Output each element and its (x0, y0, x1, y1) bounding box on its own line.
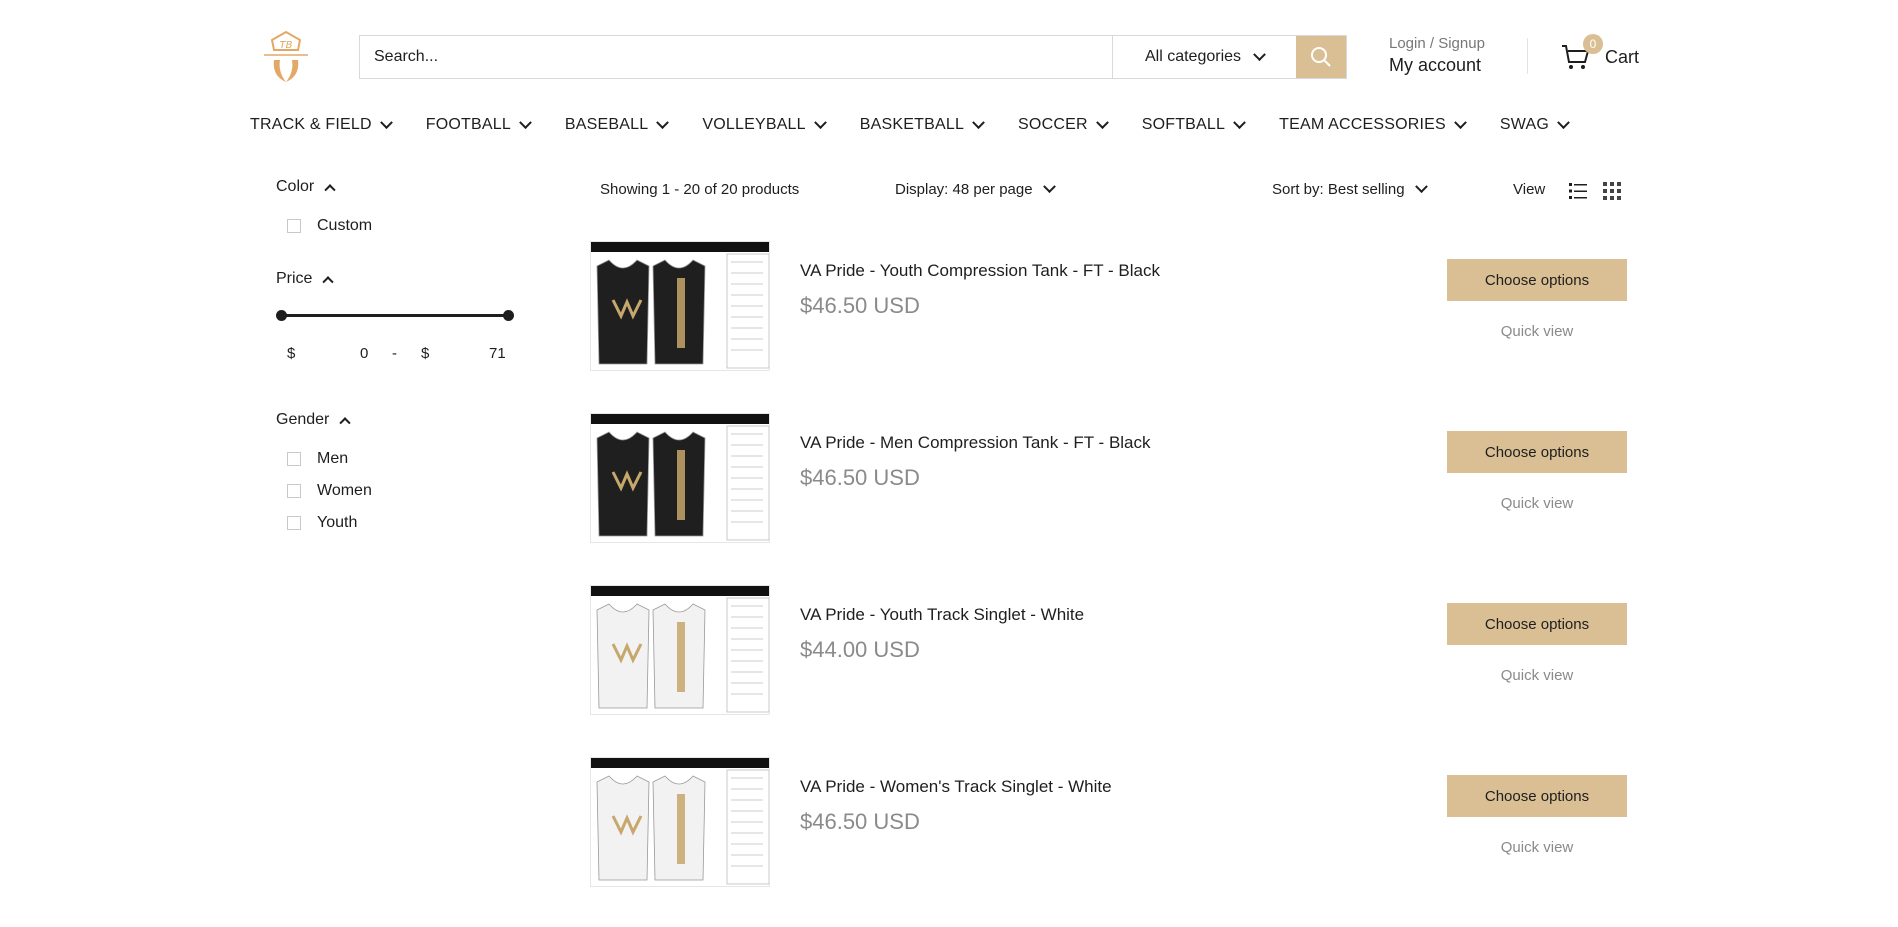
quick-view-link[interactable]: Quick view (1447, 839, 1627, 856)
nav-item-softball[interactable]: SOFTBALL (1142, 115, 1246, 134)
product-price: $46.50 USD (800, 465, 920, 490)
nav-item-soccer[interactable]: SOCCER (1018, 115, 1109, 134)
filter-color-toggle[interactable]: Color (276, 178, 336, 196)
chevron-up-icon (339, 417, 352, 429)
chevron-down-icon (379, 115, 393, 129)
my-account-link[interactable]: My account (1389, 54, 1485, 77)
main-nav: TRACK & FIELD FOOTBALL BASEBALL VOLLEYBA… (250, 115, 1570, 134)
price-max-input[interactable]: 71 (489, 345, 506, 362)
cart-count-badge: 0 (1583, 34, 1603, 54)
price-slider-min-handle[interactable] (276, 310, 287, 321)
checkbox[interactable] (287, 484, 301, 498)
choose-options-button[interactable]: Choose options (1447, 431, 1627, 473)
store-logo[interactable]: TB (262, 28, 310, 86)
search-input[interactable] (360, 36, 1112, 78)
product-image[interactable] (590, 585, 770, 715)
price-slider-max-handle[interactable] (503, 310, 514, 321)
search-button[interactable] (1296, 36, 1346, 78)
account-menu[interactable]: Login / Signup My account (1389, 34, 1485, 77)
chevron-down-icon (813, 115, 827, 129)
filter-option-men[interactable]: Men (287, 450, 348, 468)
quick-view-link[interactable]: Quick view (1447, 667, 1627, 684)
chevron-down-icon (1042, 180, 1056, 194)
tank-top-image (591, 242, 769, 369)
chevron-down-icon (1095, 115, 1109, 129)
product-image[interactable] (590, 413, 770, 543)
cart-button[interactable]: 0 Cart (1561, 34, 1640, 72)
product-item: VA Pride - Youth Compression Tank - FT -… (590, 241, 1630, 371)
filter-option-youth[interactable]: Youth (287, 514, 357, 532)
price-min-input[interactable]: 0 (360, 345, 368, 362)
product-price: $46.50 USD (800, 809, 920, 834)
nav-item-track-field[interactable]: TRACK & FIELD (250, 115, 393, 134)
quick-view-link[interactable]: Quick view (1447, 495, 1627, 512)
product-title[interactable]: VA Pride - Youth Compression Tank - FT -… (800, 261, 1160, 281)
chevron-down-icon (1454, 115, 1467, 129)
product-title[interactable]: VA Pride - Youth Track Singlet - White (800, 605, 1084, 625)
category-select-label: All categories (1144, 48, 1242, 65)
view-toggle (1568, 181, 1622, 201)
grid-view-icon[interactable] (1602, 181, 1622, 201)
price-separator: - (392, 345, 397, 362)
product-item: VA Pride - Youth Track Singlet - White $… (590, 585, 1630, 715)
view-label: View (1513, 181, 1546, 198)
category-select[interactable]: All categories (1112, 36, 1296, 78)
filter-price-toggle[interactable]: Price (276, 270, 335, 288)
search-bar: All categories (359, 35, 1347, 79)
chevron-down-icon (972, 115, 985, 129)
product-item: VA Pride - Men Compression Tank - FT - B… (590, 413, 1630, 543)
chevron-up-icon (322, 276, 335, 288)
nav-item-swag[interactable]: SWAG (1500, 115, 1570, 134)
nav-item-baseball[interactable]: BASEBALL (565, 115, 670, 134)
product-image[interactable] (590, 241, 770, 371)
chevron-down-icon (656, 115, 670, 129)
search-icon (1311, 47, 1331, 67)
nav-item-football[interactable]: FOOTBALL (426, 115, 532, 134)
chevron-down-icon (1233, 115, 1246, 129)
checkbox[interactable] (287, 452, 301, 466)
price-min-currency: $ (287, 345, 296, 362)
price-max-currency: $ (421, 345, 430, 362)
choose-options-button[interactable]: Choose options (1447, 603, 1627, 645)
header-divider (1527, 38, 1528, 74)
nav-item-basketball[interactable]: BASKETBALL (860, 115, 985, 134)
login-signup-link[interactable]: Login / Signup (1389, 34, 1485, 54)
tank-top-image (591, 758, 769, 885)
sort-select[interactable]: Sort by: Best selling (1272, 180, 1428, 198)
chevron-down-icon (1253, 47, 1266, 61)
checkbox[interactable] (287, 219, 301, 233)
checkbox[interactable] (287, 516, 301, 530)
svg-text:TB: TB (280, 40, 293, 51)
chevron-up-icon (324, 184, 336, 196)
quick-view-link[interactable]: Quick view (1447, 323, 1627, 340)
product-title[interactable]: VA Pride - Women's Track Singlet - White (800, 777, 1112, 797)
chevron-down-icon (1557, 115, 1570, 129)
choose-options-button[interactable]: Choose options (1447, 259, 1627, 301)
results-count: Showing 1 - 20 of 20 products (600, 181, 800, 198)
tank-top-image (591, 586, 769, 713)
choose-options-button[interactable]: Choose options (1447, 775, 1627, 817)
price-slider-track (281, 314, 508, 317)
filter-gender-toggle[interactable]: Gender (276, 411, 352, 429)
product-price: $44.00 USD (800, 637, 920, 662)
product-item: VA Pride - Women's Track Singlet - White… (590, 757, 1630, 887)
display-per-page-select[interactable]: Display: 48 per page (895, 180, 1056, 198)
nav-item-team-accessories[interactable]: TEAM ACCESSORIES (1279, 115, 1467, 134)
chevron-down-icon (1414, 180, 1428, 194)
cart-label: Cart (1605, 46, 1640, 67)
nav-item-volleyball[interactable]: VOLLEYBALL (702, 115, 827, 134)
filter-option-custom[interactable]: Custom (287, 217, 372, 235)
filter-option-women[interactable]: Women (287, 482, 372, 500)
chevron-down-icon (519, 115, 532, 129)
product-price: $46.50 USD (800, 293, 920, 318)
product-title[interactable]: VA Pride - Men Compression Tank - FT - B… (800, 433, 1151, 453)
list-view-icon[interactable] (1568, 181, 1588, 201)
tank-top-image (591, 414, 769, 541)
product-image[interactable] (590, 757, 770, 887)
